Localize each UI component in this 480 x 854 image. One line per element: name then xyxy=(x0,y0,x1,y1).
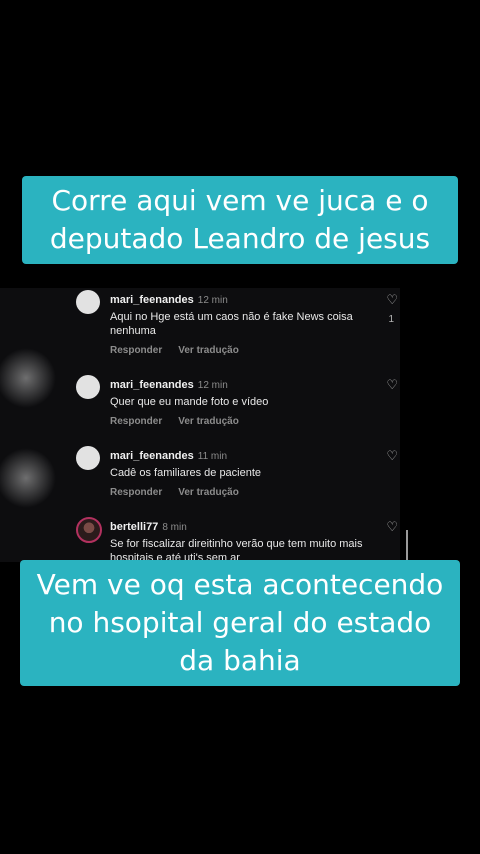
reply-button[interactable]: Responder xyxy=(110,345,162,356)
reply-button[interactable]: Responder xyxy=(110,487,162,498)
blurred-background-shape xyxy=(0,448,56,508)
comment-username[interactable]: mari_feenandes xyxy=(110,379,194,391)
comment-time: 12 min xyxy=(197,295,228,306)
heart-outline-icon[interactable]: ♡ xyxy=(386,448,398,464)
blurred-background-shape xyxy=(0,348,56,408)
caption-top: Corre aqui vem ve juca e o deputado Lean… xyxy=(22,176,458,264)
translate-button[interactable]: Ver tradução xyxy=(178,487,239,498)
translate-button[interactable]: Ver tradução xyxy=(178,416,239,427)
translate-button[interactable]: Ver tradução xyxy=(178,345,239,356)
heart-outline-icon[interactable]: ♡ xyxy=(386,292,398,308)
comment-time: 11 min xyxy=(197,451,228,462)
avatar[interactable] xyxy=(76,375,100,399)
comment-username[interactable]: bertelli77 xyxy=(110,521,158,533)
heart-outline-icon[interactable]: ♡ xyxy=(386,519,398,535)
comment-username[interactable]: mari_feenandes xyxy=(110,294,194,306)
comment-username[interactable]: mari_feenandes xyxy=(110,450,194,462)
like-count: 1 xyxy=(388,314,394,325)
avatar[interactable] xyxy=(76,446,100,470)
comment-time: 12 min xyxy=(197,380,228,391)
comment-text: Quer que eu mande foto e vídeo xyxy=(110,396,269,408)
avatar[interactable] xyxy=(76,517,102,543)
comment-text: Aqui no Hge está um caos não é fake News… xyxy=(110,311,353,337)
avatar[interactable] xyxy=(76,290,100,314)
comment-time: 8 min xyxy=(162,522,187,533)
comment-text: Cadê os familiares de paciente xyxy=(110,467,262,479)
heart-outline-icon[interactable]: ♡ xyxy=(386,377,398,393)
caption-bottom: Vem ve oq esta acontecendo no hsopital g… xyxy=(20,560,460,686)
scrollbar[interactable] xyxy=(406,530,408,560)
reply-button[interactable]: Responder xyxy=(110,416,162,427)
